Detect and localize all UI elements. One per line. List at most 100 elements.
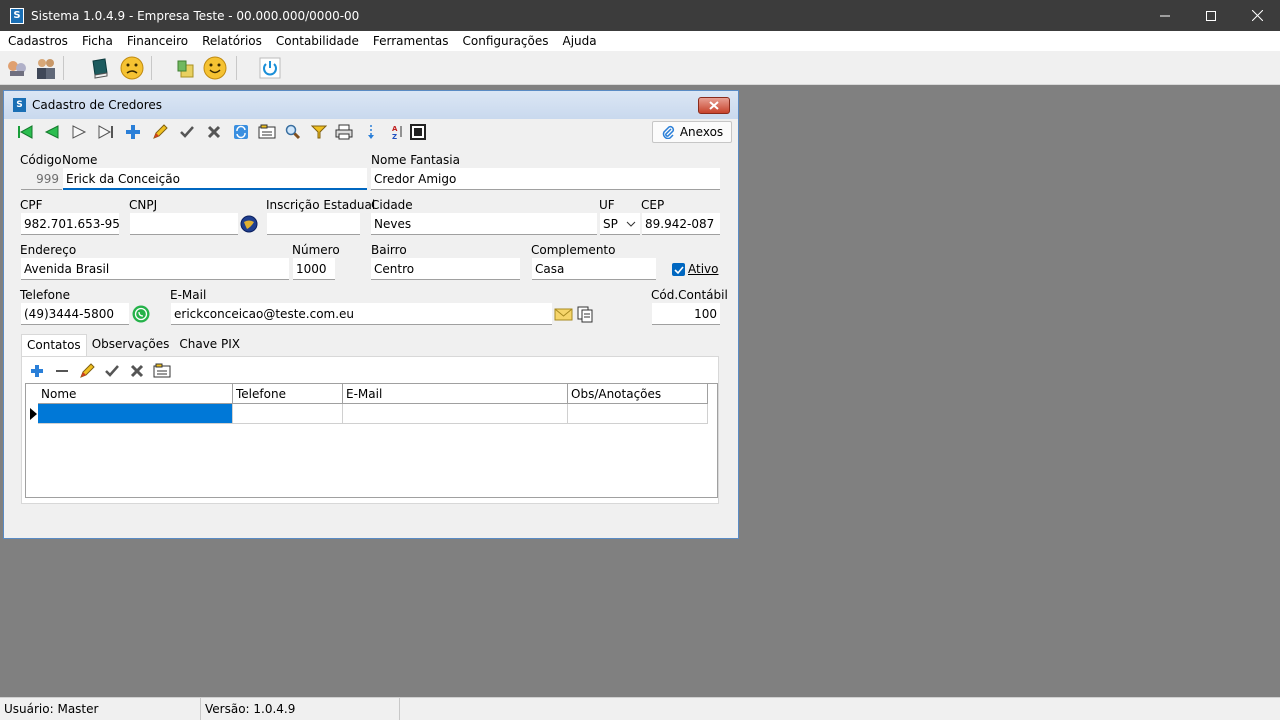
next-record-button[interactable] [68, 121, 90, 143]
sad-face-button[interactable] [118, 54, 146, 82]
cidade-field[interactable]: Neves [371, 213, 597, 235]
cod-contabil-field[interactable]: 100 [652, 303, 720, 325]
contato-add-button[interactable] [26, 360, 48, 382]
last-icon [98, 125, 113, 139]
cnpj-lookup-button[interactable] [240, 215, 258, 233]
title-bar: S Sistema 1.0.4.9 - Empresa Teste - 00.0… [0, 0, 1280, 31]
col-email[interactable]: E-Mail [343, 384, 568, 404]
col-nome[interactable]: Nome [38, 384, 233, 404]
whatsapp-button[interactable] [132, 305, 150, 323]
table-row[interactable] [38, 404, 708, 424]
cell-telefone[interactable] [233, 404, 343, 424]
sort-az-icon: AZ [392, 125, 402, 140]
pencil-icon [80, 363, 95, 378]
tab-observacoes[interactable]: Observações [87, 334, 175, 356]
cell-nome[interactable] [38, 404, 233, 424]
contato-edit-button[interactable] [76, 360, 98, 382]
first-record-button[interactable] [14, 121, 36, 143]
email-label: E-Mail [170, 288, 207, 302]
menu-cadastros[interactable]: Cadastros [0, 34, 75, 48]
happy-face-icon [203, 56, 227, 80]
numero-field[interactable]: 1000 [293, 258, 335, 280]
endereco-label: Endereço [20, 243, 77, 257]
fullscreen-button[interactable] [407, 121, 429, 143]
cep-field[interactable]: 89.942-087 [642, 213, 720, 235]
search-button[interactable] [282, 121, 304, 143]
menu-ajuda[interactable]: Ajuda [556, 34, 604, 48]
nome-field[interactable]: Erick da Conceição [63, 168, 367, 190]
prev-record-button[interactable] [41, 121, 63, 143]
handshake-icon [8, 61, 26, 76]
pencil-icon [153, 124, 168, 139]
ativo-checkbox[interactable] [672, 263, 685, 276]
email-field[interactable]: erickconceicao@teste.com.eu [171, 303, 552, 325]
last-record-button[interactable] [95, 121, 117, 143]
confirm-button[interactable] [176, 121, 198, 143]
col-obs[interactable]: Obs/Anotações [568, 384, 708, 404]
handshake-button[interactable] [3, 54, 31, 82]
report-button[interactable] [256, 121, 278, 143]
tab-contatos[interactable]: Contatos [21, 334, 87, 356]
cancel-button[interactable] [203, 121, 225, 143]
contato-confirm-button[interactable] [101, 360, 123, 382]
copy-icon [577, 306, 593, 323]
telefone-label: Telefone [20, 288, 70, 302]
menu-ferramentas[interactable]: Ferramentas [366, 34, 456, 48]
book-button[interactable] [86, 54, 114, 82]
complemento-field[interactable]: Casa [532, 258, 656, 280]
envelope-icon [554, 308, 573, 321]
anexos-button[interactable]: Anexos [652, 121, 732, 143]
nome-label: Nome [62, 153, 98, 167]
close-window-button[interactable] [1234, 0, 1280, 31]
inscricao-field[interactable] [267, 213, 360, 235]
happy-face-button[interactable] [201, 54, 229, 82]
print-button[interactable] [333, 121, 355, 143]
copy-email-button[interactable] [576, 305, 594, 323]
nome-fantasia-field[interactable]: Credor Amigo [371, 168, 720, 190]
filter-button[interactable] [308, 121, 330, 143]
contato-cancel-button[interactable] [126, 360, 148, 382]
cell-email[interactable] [343, 404, 568, 424]
plus-icon [31, 365, 43, 377]
sort-az-button[interactable]: AZ [385, 121, 407, 143]
cpf-field[interactable]: 982.701.653-95 [21, 213, 119, 235]
money-button[interactable] [172, 54, 200, 82]
telefone-field[interactable]: (49)3444-5800 [21, 303, 129, 325]
menu-financeiro[interactable]: Financeiro [120, 34, 195, 48]
close-icon [709, 101, 719, 110]
globe-icon [240, 215, 258, 233]
cell-obs[interactable] [568, 404, 708, 424]
contatos-grid[interactable]: Nome Telefone E-Mail Obs/Anotações [25, 383, 718, 498]
ativo-label[interactable]: Ativo [688, 262, 718, 276]
grid-header: Nome Telefone E-Mail Obs/Anotações [38, 384, 708, 404]
tab-chave-pix[interactable]: Chave PIX [174, 334, 245, 356]
menu-contabilidade[interactable]: Contabilidade [269, 34, 366, 48]
maximize-button[interactable] [1188, 0, 1234, 31]
credores-title-bar: S Cadastro de Credores [4, 91, 738, 119]
status-versao: Versão: 1.0.4.9 [201, 697, 400, 720]
menu-relatorios[interactable]: Relatórios [195, 34, 269, 48]
menu-ficha[interactable]: Ficha [75, 34, 120, 48]
people-button[interactable] [32, 54, 60, 82]
power-icon [259, 57, 281, 79]
refresh-button[interactable] [230, 121, 252, 143]
contato-remove-button[interactable] [51, 360, 73, 382]
minimize-button[interactable] [1142, 0, 1188, 31]
sort-button[interactable] [360, 121, 382, 143]
bairro-field[interactable]: Centro [371, 258, 520, 280]
endereco-field[interactable]: Avenida Brasil [21, 258, 289, 280]
money-icon [177, 60, 194, 78]
uf-select[interactable]: SP [600, 213, 640, 235]
add-button[interactable] [122, 121, 144, 143]
cnpj-field[interactable] [130, 213, 238, 235]
contato-report-button[interactable] [151, 360, 173, 382]
send-email-button[interactable] [554, 305, 573, 323]
menu-configuracoes[interactable]: Configurações [456, 34, 556, 48]
col-telefone[interactable]: Telefone [233, 384, 343, 404]
power-button[interactable] [256, 54, 284, 82]
check-icon [673, 265, 684, 274]
edit-button[interactable] [149, 121, 171, 143]
form-close-button[interactable] [698, 97, 730, 114]
status-empty [400, 698, 1280, 720]
cod-contabil-label: Cód.Contábil [651, 288, 728, 302]
